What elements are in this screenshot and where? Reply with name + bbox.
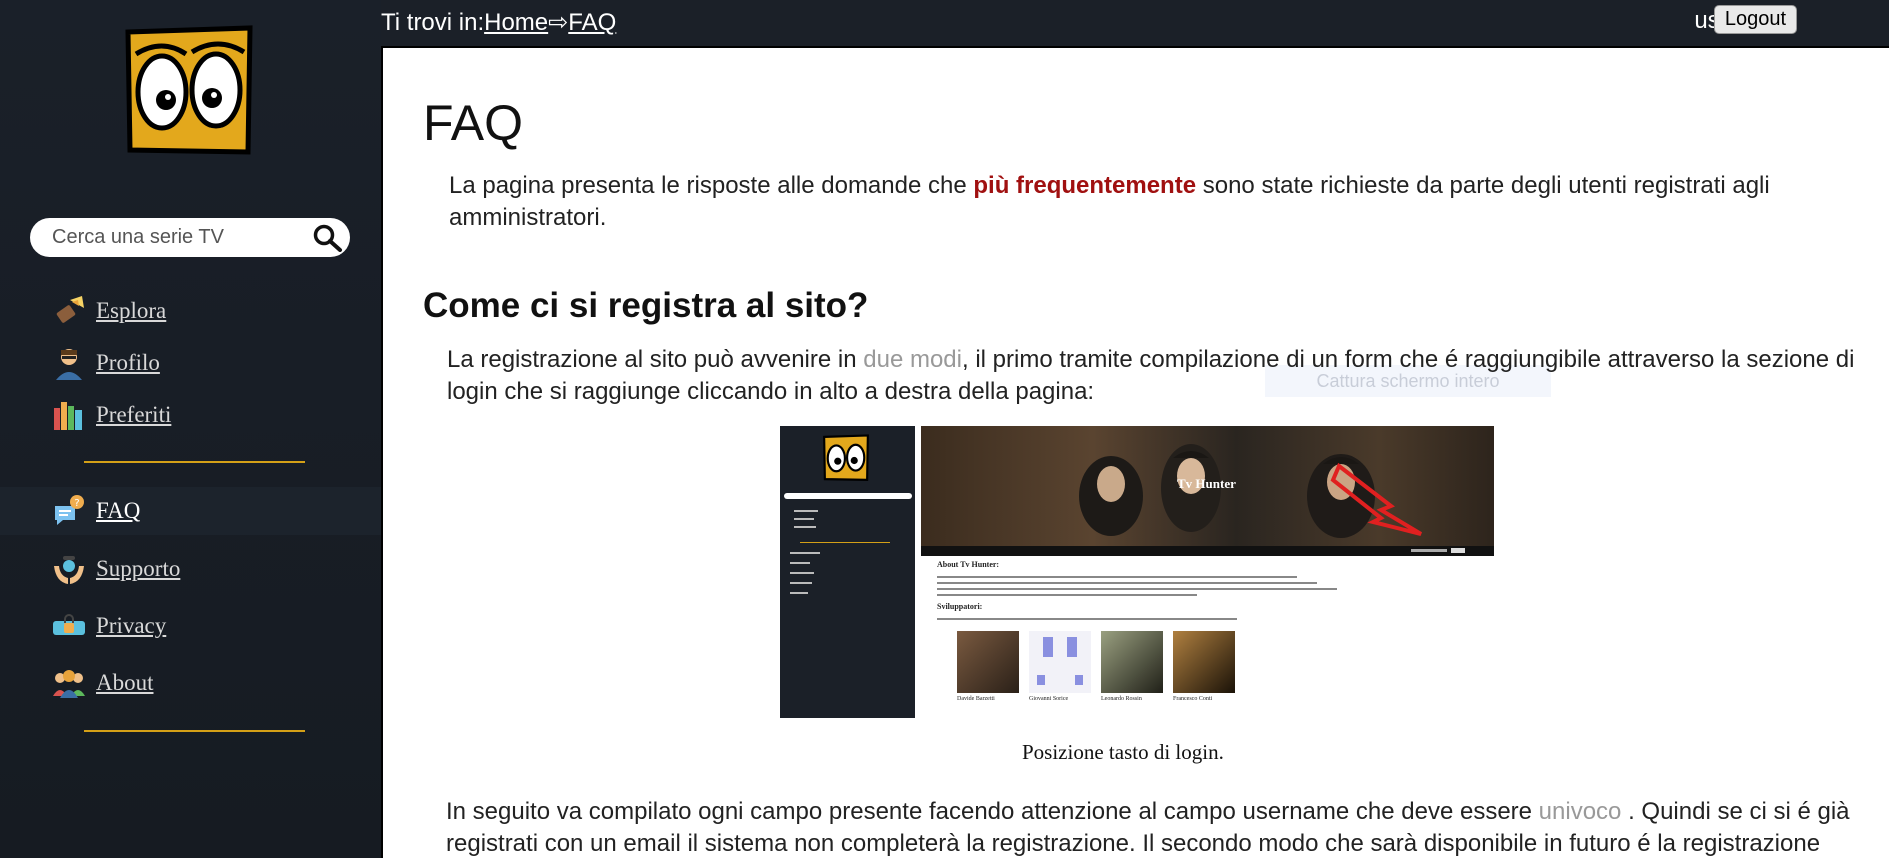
figure-dev-name: Davide Barzetti (957, 696, 995, 702)
figure-nav-line (794, 518, 814, 520)
sidebar-item-label: FAQ (96, 498, 141, 523)
breadcrumb: Ti trovi in:Home⇨FAQ (381, 8, 616, 37)
figure-avatar-block (1067, 637, 1077, 657)
sidebar-item-profilo[interactable]: Profilo (0, 339, 381, 387)
figure-nav-line (794, 510, 818, 512)
sidebar-item-label: Profilo (96, 350, 160, 375)
sidebar-item-label: About (96, 670, 154, 695)
svg-text:?: ? (74, 498, 79, 509)
privacy-lock-icon (53, 614, 85, 635)
sidebar-item-supporto[interactable]: Supporto (0, 545, 381, 593)
figure-text-line (937, 594, 1197, 596)
figure-dev-name: Leonardo Rossin (1101, 696, 1142, 702)
figure-nav-line (790, 572, 814, 574)
paragraph-text: La registrazione al sito può avvenire in (447, 346, 864, 373)
breadcrumb-faq-link[interactable]: FAQ (568, 9, 616, 36)
search-icon[interactable] (312, 224, 344, 252)
user-icon (56, 349, 82, 380)
breadcrumb-separator: ⇨ (548, 9, 569, 36)
sidebar: Esplora Profilo Preferiti ? FAQ (0, 0, 381, 858)
flashlight-icon (56, 296, 84, 323)
figure-caption: Posizione tasto di login. (1022, 740, 1224, 764)
breadcrumb-home-link[interactable]: Home (484, 9, 548, 36)
sidebar-divider (84, 730, 305, 732)
figure-text-line (937, 576, 1297, 578)
sidebar-item-label: Supporto (96, 556, 181, 581)
intro-paragraph: La pagina presenta le risposte alle doma… (449, 170, 1869, 234)
sidebar-item-about[interactable]: About (0, 659, 381, 707)
figure-hero-bar (921, 546, 1494, 556)
figure-text-line (937, 588, 1337, 590)
figure-nav-line (790, 592, 808, 594)
login-screenshot-figure: Tv Hunter About Tv Hunter: Sviluppatori:… (780, 426, 1494, 718)
figure-nav-line (790, 582, 812, 584)
figure-hero-title: Tv Hunter (1177, 476, 1236, 491)
search-box (30, 218, 350, 257)
figure-dev-name: Giovanni Sorice (1029, 696, 1069, 702)
figure-dev-name: Francesco Conti (1173, 696, 1213, 702)
sidebar-item-esplora[interactable]: Esplora (0, 287, 381, 335)
sidebar-item-faq[interactable]: ? FAQ (0, 487, 381, 535)
figure-dev-photo (1029, 631, 1091, 693)
faq-chat-icon: ? (55, 495, 84, 525)
sidebar-item-privacy[interactable]: Privacy (0, 602, 381, 650)
figure-dev-heading: Sviluppatori: (937, 602, 983, 611)
paragraph-text: In seguito va compilato ogni campo prese… (446, 798, 1539, 825)
figure-text-line (937, 618, 1237, 620)
intro-text: La pagina presenta le risposte alle doma… (449, 172, 974, 199)
figure-logo-icon (823, 434, 869, 481)
figure-hero-image: Tv Hunter (921, 426, 1494, 556)
sidebar-item-label: Preferiti (96, 402, 172, 427)
figure-dev-photo (1173, 631, 1235, 693)
intro-highlight: più frequentemente (973, 172, 1197, 199)
sidebar-item-label: Privacy (96, 613, 167, 638)
top-bar: Ti trovi in:Home⇨FAQ user Logout (381, 0, 1889, 48)
sidebar-item-label: Esplora (96, 298, 167, 323)
figure-divider (800, 542, 890, 543)
team-icon (53, 670, 85, 698)
sidebar-divider (84, 461, 305, 463)
figure-nav-line (790, 552, 820, 554)
section-heading: Come ci si registra al sito? (423, 286, 869, 325)
breadcrumb-prefix: Ti trovi in: (381, 9, 485, 36)
username-paragraph: In seguito va compilato ogni campo prese… (446, 796, 1866, 858)
sidebar-item-preferiti[interactable]: Preferiti (0, 391, 381, 439)
paragraph-faint-text: univoco (1538, 798, 1622, 825)
support-hands-icon (54, 556, 84, 584)
figure-text-line (937, 582, 1317, 584)
figure-avatar-block (1043, 637, 1053, 657)
figure-login-button (1451, 548, 1465, 553)
registration-paragraph: La registrazione al sito può avvenire in… (447, 344, 1867, 408)
page-title: FAQ (423, 95, 524, 151)
logout-button[interactable]: Logout (1713, 5, 1797, 34)
figure-nav-line (790, 562, 810, 564)
figure-login-text (1411, 549, 1447, 552)
figure-sidebar (780, 426, 915, 718)
paragraph-faint-text: due modi (863, 346, 962, 373)
figure-nav-line (794, 526, 816, 528)
figure-avatar-block (1037, 675, 1045, 685)
search-input[interactable] (52, 218, 292, 257)
figure-search (784, 493, 912, 499)
figure-dev-photo (957, 631, 1019, 693)
figure-avatar-block (1075, 675, 1083, 685)
books-icon (54, 402, 82, 430)
figure-dev-photo (1101, 631, 1163, 693)
figure-about-heading: About Tv Hunter: (937, 560, 1000, 569)
site-logo[interactable] (122, 24, 256, 158)
